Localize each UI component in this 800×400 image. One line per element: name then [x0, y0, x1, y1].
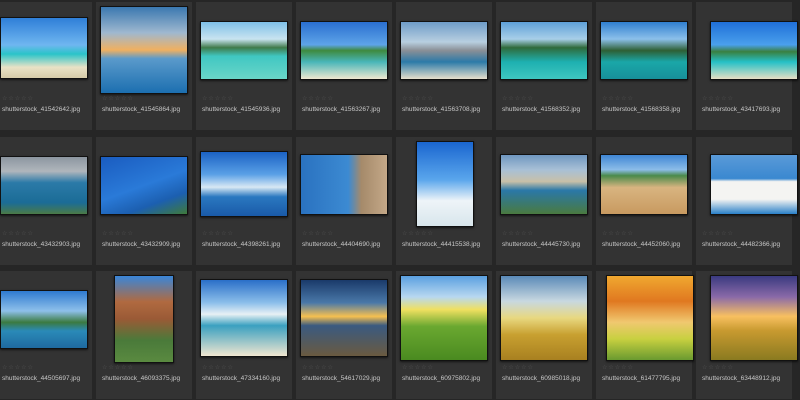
file-name: shutterstock_46093375.jpg [102, 375, 181, 382]
file-name: shutterstock_60975802.jpg [402, 375, 481, 382]
file-name: shutterstock_44445730.jpg [502, 241, 581, 248]
karst-islands-photo[interactable] [600, 21, 688, 80]
thumbnail-cell[interactable]: ☆☆☆☆☆ shutterstock_60985018.jpg [496, 271, 592, 399]
star-rating[interactable]: ☆☆☆☆☆ [302, 230, 334, 237]
sand-beach-photo[interactable] [600, 154, 688, 215]
file-name: shutterstock_63448912.jpg [702, 375, 781, 382]
thumbnail-cell[interactable]: ☆☆☆☆☆ shutterstock_46093375.jpg [96, 271, 192, 399]
file-name: shutterstock_41545936.jpg [202, 106, 281, 113]
tree-field-photo[interactable] [500, 275, 588, 361]
deep-blue-sea-photo[interactable] [100, 156, 188, 215]
red-rock-photo[interactable] [114, 275, 174, 363]
palm-beach-photo[interactable] [300, 21, 388, 80]
star-rating[interactable]: ☆☆☆☆☆ [502, 95, 534, 102]
star-rating[interactable]: ☆☆☆☆☆ [102, 95, 134, 102]
star-rating[interactable]: ☆☆☆☆☆ [702, 230, 734, 237]
thumbnail-cell[interactable]: ☆☆☆☆☆ shutterstock_41563708.jpg [396, 2, 492, 130]
beach-palm-photo[interactable] [0, 17, 88, 79]
file-name: shutterstock_41545864.jpg [102, 106, 181, 113]
thumbnail-cell[interactable]: ☆☆☆☆☆ shutterstock_44415538.jpg [396, 137, 492, 265]
file-name: shutterstock_43417693.jpg [702, 106, 781, 113]
file-name: shutterstock_41568352.jpg [502, 106, 581, 113]
palm-sky-photo[interactable] [416, 141, 474, 227]
waves-shore-photo[interactable] [200, 279, 288, 357]
star-rating[interactable]: ☆☆☆☆☆ [2, 230, 34, 237]
star-rating[interactable]: ☆☆☆☆☆ [202, 364, 234, 371]
thumbnail-cell[interactable]: ☆☆☆☆☆ shutterstock_43417693.jpg [696, 2, 798, 130]
thumbnail-cell[interactable]: ☆☆☆☆☆ shutterstock_41568352.jpg [496, 2, 592, 130]
file-name: shutterstock_61477795.jpg [602, 375, 681, 382]
thumbnail-cell[interactable]: ☆☆☆☆☆ shutterstock_43432909.jpg [96, 137, 192, 265]
thumbnail-cell[interactable]: ☆☆☆☆☆ shutterstock_41563267.jpg [296, 2, 392, 130]
sea-rocks-photo[interactable] [300, 154, 388, 215]
thumbnail-cell[interactable]: ☆☆☆☆☆ shutterstock_44505697.jpg [0, 271, 92, 399]
thumbnail-cell[interactable]: ☆☆☆☆☆ shutterstock_63448912.jpg [696, 271, 798, 399]
file-name: shutterstock_41542642.jpg [2, 106, 81, 113]
star-rating[interactable]: ☆☆☆☆☆ [102, 364, 134, 371]
sunset-sea-photo[interactable] [100, 6, 188, 94]
star-rating[interactable]: ☆☆☆☆☆ [2, 364, 34, 371]
thumbnail-cell[interactable]: ☆☆☆☆☆ shutterstock_44452060.jpg [596, 137, 692, 265]
thumbnail-cell[interactable]: ☆☆☆☆☆ shutterstock_44482366.jpg [696, 137, 798, 265]
file-name: shutterstock_41563708.jpg [402, 106, 481, 113]
star-rating[interactable]: ☆☆☆☆☆ [202, 230, 234, 237]
bay-boats-photo[interactable] [0, 156, 88, 215]
tropical-island-photo[interactable] [500, 21, 588, 80]
file-name: shutterstock_54617029.jpg [302, 375, 381, 382]
thumbnail-cell[interactable]: ☆☆☆☆☆ shutterstock_41545936.jpg [196, 2, 292, 130]
star-rating[interactable]: ☆☆☆☆☆ [402, 230, 434, 237]
star-rating[interactable]: ☆☆☆☆☆ [602, 364, 634, 371]
meadow-path-photo[interactable] [400, 275, 488, 361]
file-name: shutterstock_60985018.jpg [502, 375, 581, 382]
thumbnail-cell[interactable]: ☆☆☆☆☆ shutterstock_43432903.jpg [0, 137, 92, 265]
coastal-bay-photo[interactable] [500, 154, 588, 215]
autumn-tree-photo[interactable] [606, 275, 694, 361]
thumbnail-cell[interactable]: ☆☆☆☆☆ shutterstock_44404690.jpg [296, 137, 392, 265]
star-rating[interactable]: ☆☆☆☆☆ [602, 230, 634, 237]
pier-clouds-photo[interactable] [200, 151, 288, 217]
thumbnail-grid: ☆☆☆☆☆ shutterstock_41542642.jpg ☆☆☆☆☆ sh… [0, 0, 798, 400]
star-rating[interactable]: ☆☆☆☆☆ [402, 364, 434, 371]
sunset-waves-photo[interactable] [300, 279, 388, 357]
star-rating[interactable]: ☆☆☆☆☆ [602, 95, 634, 102]
file-name: shutterstock_44398261.jpg [202, 241, 281, 248]
lagoon-person-photo[interactable] [200, 21, 288, 80]
star-rating[interactable]: ☆☆☆☆☆ [202, 95, 234, 102]
thumbnail-cell[interactable]: ☆☆☆☆☆ shutterstock_47334160.jpg [196, 271, 292, 399]
star-rating[interactable]: ☆☆☆☆☆ [402, 95, 434, 102]
file-name: shutterstock_44505697.jpg [2, 375, 81, 382]
file-name: shutterstock_41563267.jpg [302, 106, 381, 113]
star-rating[interactable]: ☆☆☆☆☆ [502, 230, 534, 237]
file-name: shutterstock_47334160.jpg [202, 375, 281, 382]
file-name: shutterstock_43432909.jpg [102, 241, 181, 248]
thumbnail-cell[interactable]: ☆☆☆☆☆ shutterstock_61477795.jpg [596, 271, 694, 399]
star-rating[interactable]: ☆☆☆☆☆ [502, 364, 534, 371]
file-name: shutterstock_44482366.jpg [702, 241, 781, 248]
star-rating[interactable]: ☆☆☆☆☆ [102, 230, 134, 237]
thumbnail-cell[interactable]: ☆☆☆☆☆ shutterstock_41542642.jpg [0, 2, 92, 130]
coast-cliffs-photo[interactable] [400, 21, 488, 80]
hands-paper-photo[interactable] [710, 154, 798, 215]
star-rating[interactable]: ☆☆☆☆☆ [2, 95, 34, 102]
thumbnail-cell[interactable]: ☆☆☆☆☆ shutterstock_44445730.jpg [496, 137, 592, 265]
file-name: shutterstock_44404690.jpg [302, 241, 381, 248]
thumbnail-cell[interactable]: ☆☆☆☆☆ shutterstock_44398261.jpg [196, 137, 292, 265]
palm-shore-photo[interactable] [710, 21, 798, 80]
file-name: shutterstock_44452060.jpg [602, 241, 681, 248]
thumbnail-cell[interactable]: ☆☆☆☆☆ shutterstock_41568358.jpg [596, 2, 692, 130]
star-rating[interactable]: ☆☆☆☆☆ [702, 95, 734, 102]
thumbnail-cell[interactable]: ☆☆☆☆☆ shutterstock_54617029.jpg [296, 271, 392, 399]
thumbnail-cell[interactable]: ☆☆☆☆☆ shutterstock_41545864.jpg [96, 2, 192, 130]
file-name: shutterstock_44415538.jpg [402, 241, 481, 248]
sunset-field-photo[interactable] [710, 275, 798, 361]
thumbnail-cell[interactable]: ☆☆☆☆☆ shutterstock_60975802.jpg [396, 271, 492, 399]
star-rating[interactable]: ☆☆☆☆☆ [302, 364, 334, 371]
file-name: shutterstock_43432903.jpg [2, 241, 81, 248]
file-name: shutterstock_41568358.jpg [602, 106, 681, 113]
star-rating[interactable]: ☆☆☆☆☆ [302, 95, 334, 102]
star-rating[interactable]: ☆☆☆☆☆ [702, 364, 734, 371]
island-horizon-photo[interactable] [0, 290, 88, 349]
